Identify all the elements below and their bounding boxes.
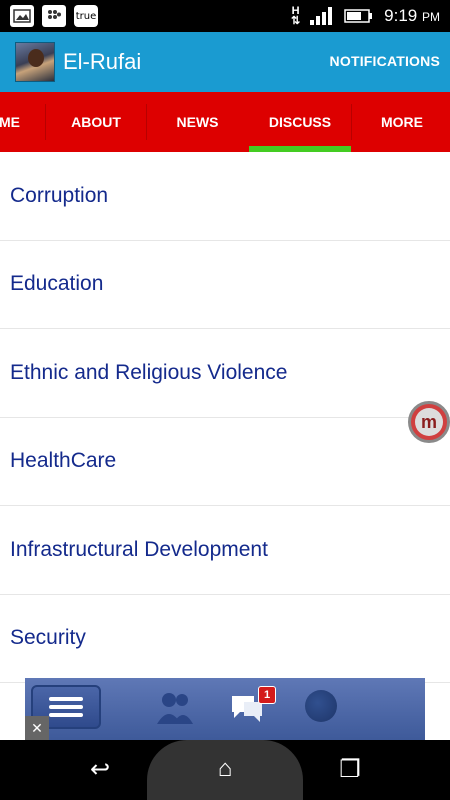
status-bar: true H ⇅ 9:19 PM	[0, 0, 450, 32]
messages-count-badge: 1	[258, 686, 276, 704]
tab-news[interactable]: NEWS	[147, 92, 248, 152]
recents-icon[interactable]: ❐	[335, 754, 365, 784]
tab-home[interactable]: ME	[0, 92, 20, 152]
list-item-infrastructural-development[interactable]: Infrastructural Development	[0, 506, 450, 595]
data-arrows-icon: ⇅	[290, 15, 301, 27]
ad-banner[interactable]: 1	[25, 678, 425, 740]
network-type-indicator: H ⇅	[290, 5, 301, 27]
avatar[interactable]	[15, 42, 55, 82]
friends-icon	[157, 693, 193, 724]
clock: 9:19 PM	[384, 6, 440, 25]
battery-icon	[344, 9, 373, 23]
bbm-icon	[42, 5, 66, 27]
discussion-topic-list: Corruption Education Ethnic and Religiou…	[0, 152, 450, 683]
list-item-security[interactable]: Security	[0, 595, 450, 683]
back-icon[interactable]: ↩	[85, 754, 115, 784]
tab-about[interactable]: ABOUT	[46, 92, 146, 152]
globe-icon	[305, 690, 337, 722]
m-logo-icon: m	[415, 408, 443, 436]
signal-icon	[310, 7, 333, 25]
tab-discuss[interactable]: DISCUSS	[249, 92, 351, 152]
app-bar: El-Rufai NOTIFICATIONS	[0, 32, 450, 92]
tab-bar: ME ABOUT NEWS DISCUSS MORE	[0, 92, 450, 152]
gallery-icon	[10, 5, 34, 27]
list-item-ethnic-religious-violence[interactable]: Ethnic and Religious Violence	[0, 329, 450, 418]
list-item-education[interactable]: Education	[0, 241, 450, 329]
status-notification-icons: true	[10, 5, 98, 27]
true-app-icon: true	[74, 5, 98, 27]
list-item-corruption[interactable]: Corruption	[0, 152, 450, 241]
system-navigation-bar: ↩ ⌂ ❐	[0, 740, 450, 800]
floating-m-button[interactable]: m	[408, 401, 450, 443]
status-system-icons: H ⇅ 9:19 PM	[291, 0, 440, 32]
tab-more[interactable]: MORE	[352, 92, 450, 152]
list-item-healthcare[interactable]: HealthCare	[0, 418, 450, 506]
notifications-button[interactable]: NOTIFICATIONS	[330, 53, 440, 69]
home-icon[interactable]: ⌂	[210, 754, 240, 784]
app-title: El-Rufai	[63, 49, 142, 74]
close-ad-button[interactable]: ✕	[25, 716, 49, 740]
